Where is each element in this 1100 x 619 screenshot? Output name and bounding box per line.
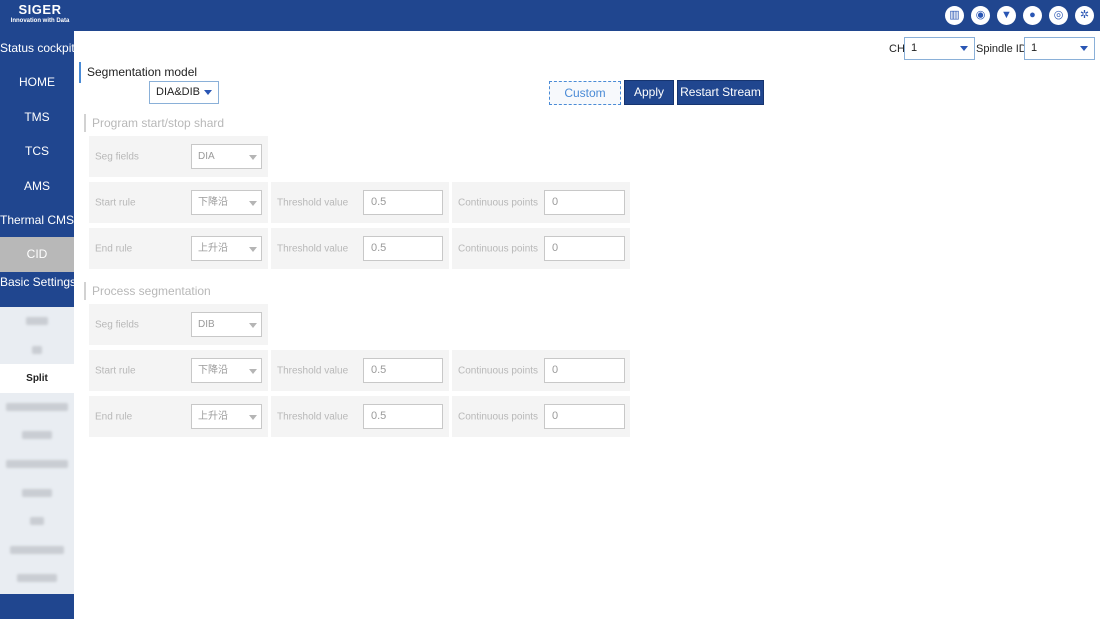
continuous-points-label: Continuous points (458, 243, 539, 254)
spindle-id-label: Spindle ID (976, 43, 1027, 55)
chevron-down-icon (960, 46, 968, 51)
process-seg-fields-value: DIB (198, 319, 215, 330)
brand-name: SIGER (18, 2, 62, 17)
main-content: CH 1 Spindle ID 1 Segmentation model DIA… (74, 31, 1100, 619)
submenu-item-split[interactable]: Split (0, 363, 74, 393)
program-start-threshold-input[interactable]: 0.5 (363, 190, 443, 215)
submenu-item[interactable] (0, 393, 74, 422)
program-seg-fields-value: DIA (198, 151, 215, 162)
submenu-item[interactable] (0, 507, 74, 536)
program-start-rule-value: 下降沿 (198, 197, 228, 208)
process-start-rule-select[interactable]: 下降沿 (191, 358, 262, 383)
spindle-id-value: 1 (1031, 42, 1038, 54)
submenu-item[interactable] (0, 450, 74, 479)
end-rule-label: End rule (95, 243, 133, 254)
process-start-rule-value: 下降沿 (198, 365, 228, 376)
submenu-item[interactable] (0, 535, 74, 564)
target-icon[interactable]: ◎ (1049, 6, 1068, 25)
submenu-item[interactable] (0, 307, 74, 336)
brand-logo: SIGER Innovation with Data (0, 3, 80, 25)
seg-fields-label: Seg fields (95, 319, 139, 330)
program-end-threshold-input[interactable]: 0.5 (363, 236, 443, 261)
threshold-label: Threshold value (277, 365, 349, 376)
chevron-down-icon (249, 155, 257, 160)
bell-icon[interactable]: ● (1023, 6, 1042, 25)
chevron-down-icon (249, 323, 257, 328)
custom-button[interactable]: Custom (549, 81, 621, 105)
top-bar: SIGER Innovation with Data ▥ ◉ ▼ ● ◎ ✲ (0, 0, 1100, 31)
submenu-item[interactable] (0, 421, 74, 450)
process-end-rule-select[interactable]: 上升沿 (191, 404, 262, 429)
ch-label: CH (889, 43, 905, 55)
continuous-points-label: Continuous points (458, 365, 539, 376)
program-end-points-input[interactable]: 0 (544, 236, 625, 261)
submenu-item[interactable] (0, 564, 74, 593)
start-rule-label: Start rule (95, 365, 136, 376)
threshold-label: Threshold value (277, 411, 349, 422)
program-seg-fields-select[interactable]: DIA (191, 144, 262, 169)
process-end-rule-value: 上升沿 (198, 411, 228, 422)
program-end-rule-select[interactable]: 上升沿 (191, 236, 262, 261)
sidebar-item-basic-settings[interactable]: Basic Settings (0, 272, 76, 307)
program-section-title: Program start/stop shard (84, 114, 224, 132)
start-rule-label: Start rule (95, 197, 136, 208)
brand-tagline: Innovation with Data (10, 18, 70, 24)
program-end-rule-value: 上升沿 (198, 243, 228, 254)
program-start-points-input[interactable]: 0 (544, 190, 625, 215)
chevron-down-icon (249, 201, 257, 206)
spindle-id-select[interactable]: 1 (1024, 37, 1095, 60)
restart-stream-button[interactable]: Restart Stream (677, 80, 764, 105)
process-end-threshold-input[interactable]: 0.5 (363, 404, 443, 429)
settings-icon[interactable]: ✲ (1075, 6, 1094, 25)
top-icon-bar: ▥ ◉ ▼ ● ◎ ✲ (945, 6, 1094, 26)
sidebar-submenu: Split (0, 306, 74, 594)
process-start-threshold-input[interactable]: 0.5 (363, 358, 443, 383)
segmentation-model-title: Segmentation model (79, 62, 197, 83)
chevron-down-icon (249, 247, 257, 252)
process-end-points-input[interactable]: 0 (544, 404, 625, 429)
segmentation-model-select[interactable]: DIA&DIB (149, 81, 219, 104)
seg-fields-label: Seg fields (95, 151, 139, 162)
end-rule-label: End rule (95, 411, 133, 422)
apply-button[interactable]: Apply (624, 80, 674, 105)
chevron-down-icon (204, 90, 212, 95)
continuous-points-label: Continuous points (458, 197, 539, 208)
process-section-title: Process segmentation (84, 282, 211, 300)
sidebar-item-tcs[interactable]: TCS (0, 134, 74, 168)
sidebar: Status cockpit HOME TMS TCS AMS Thermal … (0, 31, 76, 619)
sidebar-item-cid[interactable]: CID (0, 237, 74, 272)
continuous-points-label: Continuous points (458, 411, 539, 422)
shirt-icon[interactable]: ▼ (997, 6, 1016, 25)
program-start-rule-select[interactable]: 下降沿 (191, 190, 262, 215)
submenu-item[interactable] (0, 335, 74, 364)
sidebar-item-tms[interactable]: TMS (0, 100, 74, 134)
ch-value: 1 (911, 42, 918, 54)
threshold-label: Threshold value (277, 197, 349, 208)
camera-icon[interactable]: ◉ (971, 6, 990, 25)
threshold-label: Threshold value (277, 243, 349, 254)
chevron-down-icon (249, 415, 257, 420)
sidebar-item-thermal-cms[interactable]: Thermal CMS (0, 203, 74, 237)
ch-select[interactable]: 1 (904, 37, 975, 60)
sidebar-item-status-cockpit[interactable]: Status cockpit (0, 31, 75, 65)
chevron-down-icon (1080, 46, 1088, 51)
submenu-item[interactable] (0, 478, 74, 507)
segmentation-model-value: DIA&DIB (156, 86, 201, 98)
sidebar-item-ams[interactable]: AMS (0, 169, 74, 203)
chart-icon[interactable]: ▥ (945, 6, 964, 25)
process-seg-fields-select[interactable]: DIB (191, 312, 262, 337)
process-start-points-input[interactable]: 0 (544, 358, 625, 383)
sidebar-item-home[interactable]: HOME (0, 65, 74, 99)
chevron-down-icon (249, 369, 257, 374)
